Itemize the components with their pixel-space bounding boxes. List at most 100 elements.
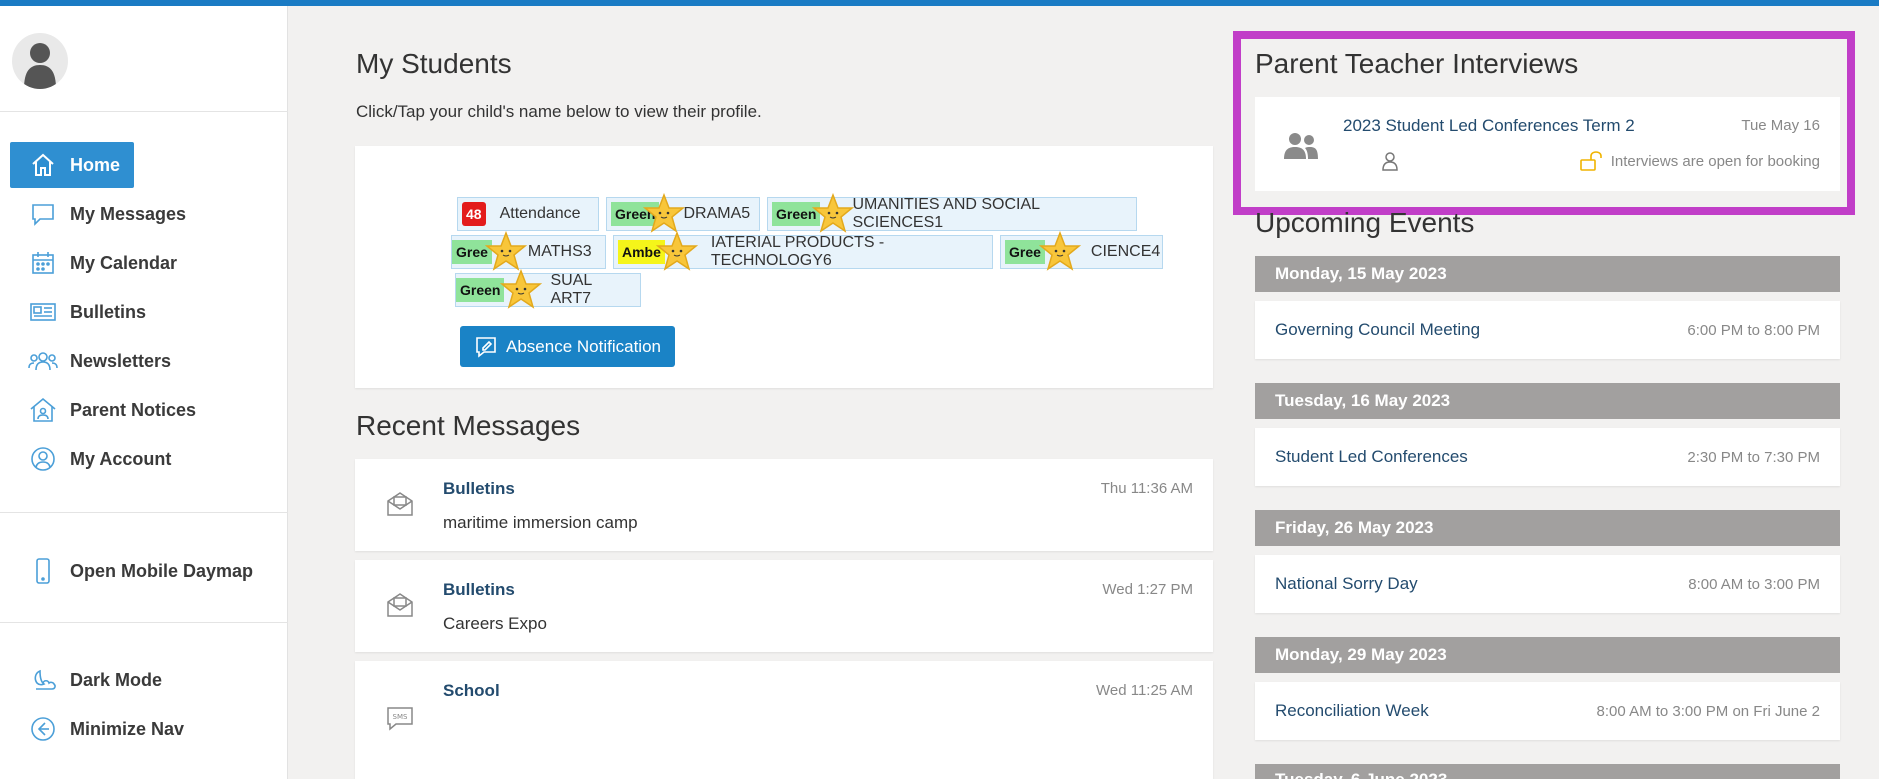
calendar-icon — [28, 248, 58, 278]
event-time: 6:00 PM to 8:00 PM — [1687, 321, 1820, 339]
chip-label: MATHS3 — [527, 243, 592, 260]
event-row[interactable]: Student Led Conferences 2:30 PM to 7:30 … — [1255, 428, 1840, 486]
absence-button-label: Absence Notification — [506, 336, 661, 356]
mobile-phone-icon — [28, 556, 58, 586]
student-chip-science[interactable]: Gree CIENCE4 — [1000, 235, 1163, 269]
user-circle-icon — [28, 444, 58, 474]
message-item[interactable]: SMS School Wed 11:25 AM — [355, 661, 1213, 779]
sidebar-item-label: Minimize Nav — [70, 718, 185, 739]
sidebar-item-my-account[interactable]: My Account — [10, 436, 171, 482]
unlock-icon — [1579, 151, 1602, 171]
sidebar-item-label: My Messages — [70, 203, 187, 224]
message-title: Bulletins — [443, 479, 515, 498]
message-date: Wed 1:27 PM — [1102, 581, 1193, 598]
event-date-header: Monday, 15 May 2023 — [1255, 256, 1840, 292]
event-time: 2:30 PM to 7:30 PM — [1687, 448, 1820, 466]
event-row[interactable]: Governing Council Meeting 6:00 PM to 8:0… — [1255, 301, 1840, 359]
sidebar-divider — [0, 622, 288, 623]
sidebar: Home My Messages My Calendar Bulletins N… — [0, 6, 288, 779]
recent-messages-title: Recent Messages — [356, 410, 581, 441]
svg-text:SMS: SMS — [393, 713, 408, 721]
sidebar-item-bulletins[interactable]: Bulletins — [10, 289, 146, 335]
pti-event-card[interactable]: 2023 Student Led Conferences Term 2 Tue … — [1255, 97, 1840, 191]
event-date-header: Friday, 26 May 2023 — [1255, 510, 1840, 546]
message-item[interactable]: Bulletins Careers Expo Wed 1:27 PM — [355, 560, 1213, 652]
envelope-open-icon — [387, 593, 413, 617]
chip-label: SUAL ART7 — [550, 272, 592, 307]
star-icon — [1039, 231, 1081, 271]
minimize-nav-button[interactable]: Minimize Nav — [10, 706, 184, 752]
newspaper-icon — [28, 297, 58, 327]
pti-event-title[interactable]: 2023 Student Led Conferences Term 2 — [1343, 116, 1635, 136]
sidebar-item-my-calendar[interactable]: My Calendar — [10, 240, 177, 286]
sidebar-item-label: Parent Notices — [70, 399, 197, 420]
edit-note-icon — [476, 336, 496, 358]
event-row[interactable]: Reconciliation Week 8:00 AM to 3:00 PM o… — [1255, 682, 1840, 740]
star-icon — [643, 193, 685, 233]
house-notice-icon — [28, 395, 58, 425]
sidebar-item-label: Bulletins — [70, 301, 147, 322]
sms-icon: SMS — [387, 707, 413, 731]
avatar[interactable] — [12, 33, 68, 89]
message-date: Wed 11:25 AM — [1095, 682, 1193, 699]
upcoming-events-title: Upcoming Events — [1255, 207, 1475, 238]
student-chip-maths[interactable]: Gree MATHS3 — [451, 235, 606, 269]
my-students-subtitle: Click/Tap your child's name below to vie… — [356, 102, 762, 121]
star-icon — [656, 231, 698, 271]
sidebar-item-label: Dark Mode — [70, 669, 163, 690]
chip-label: DRAMA5 — [683, 205, 751, 222]
pti-title: Parent Teacher Interviews — [1255, 48, 1579, 79]
sidebar-item-my-messages[interactable]: My Messages — [10, 191, 186, 237]
event-title: Governing Council Meeting — [1275, 320, 1481, 339]
event-title: Reconciliation Week — [1275, 701, 1429, 720]
moon-cloud-icon — [28, 665, 58, 695]
student-chip-visual-art[interactable]: Green SUAL ART7 — [455, 272, 641, 307]
pti-event-date: Tue May 16 — [1741, 117, 1820, 134]
event-row[interactable]: National Sorry Day 8:00 AM to 3:00 PM — [1255, 555, 1840, 613]
envelope-open-icon — [387, 492, 413, 516]
star-icon — [485, 231, 527, 271]
pti-status-text: Interviews are open for booking — [1610, 152, 1820, 170]
student-chip-attendance[interactable]: 48 Attendance — [457, 197, 599, 231]
event-date-header: Tuesday, 16 May 2023 — [1255, 383, 1840, 419]
event-title: Student Led Conferences — [1275, 447, 1468, 466]
message-title: Bulletins — [443, 580, 515, 599]
event-time: 8:00 AM to 3:00 PM — [1688, 575, 1820, 593]
event-time: 8:00 AM to 3:00 PM on Fri June 2 — [1596, 702, 1820, 720]
chip-label: IATERIAL PRODUCTS -TECHNOLOGY6 — [710, 234, 885, 269]
event-date-partial: Tuesday, 6 June 2023 — [1275, 770, 1447, 779]
star-icon — [500, 269, 542, 309]
sidebar-divider — [0, 512, 288, 513]
message-title: School — [443, 681, 500, 700]
message-body: Careers Expo — [443, 614, 547, 633]
sidebar-item-label: My Calendar — [70, 252, 178, 273]
my-students-title: My Students — [356, 48, 512, 79]
pti-status: Interviews are open for booking — [1579, 151, 1820, 171]
sidebar-item-home[interactable]: Home — [10, 142, 135, 188]
people-icon — [28, 346, 58, 376]
sidebar-item-label: My Account — [70, 448, 172, 469]
arrow-left-circle-icon — [28, 714, 58, 744]
attendance-badge: 48 — [462, 202, 486, 226]
sidebar-item-label: Open Mobile Daymap — [70, 560, 254, 581]
star-icon — [812, 193, 854, 233]
sidebar-item-open-mobile-daymap[interactable]: Open Mobile Daymap — [10, 548, 253, 594]
absence-notification-button[interactable]: Absence Notification — [460, 326, 675, 367]
message-item[interactable]: Bulletins maritime immersion camp Thu 11… — [355, 459, 1213, 551]
event-date-header: Monday, 29 May 2023 — [1255, 637, 1840, 673]
message-body: maritime immersion camp — [443, 513, 638, 532]
event-title: National Sorry Day — [1275, 574, 1418, 593]
chip-label: UMANITIES AND SOCIAL SCIENCES1 — [852, 196, 1040, 231]
event-date-header: Tuesday, 6 June 2023 — [1255, 764, 1840, 779]
message-date: Thu 11:36 AM — [1100, 480, 1193, 497]
sidebar-item-newsletters[interactable]: Newsletters — [10, 338, 171, 384]
sidebar-divider — [0, 111, 288, 112]
sidebar-item-parent-notices[interactable]: Parent Notices — [10, 387, 196, 433]
people-group-icon — [1284, 133, 1318, 159]
dark-mode-toggle[interactable]: Dark Mode — [10, 657, 162, 703]
status-tag: Green — [456, 278, 505, 302]
sidebar-item-label: Home — [70, 154, 121, 175]
home-icon — [28, 150, 58, 180]
chip-label: CIENCE4 — [1090, 243, 1161, 260]
sidebar-item-label: Newsletters — [70, 350, 172, 371]
